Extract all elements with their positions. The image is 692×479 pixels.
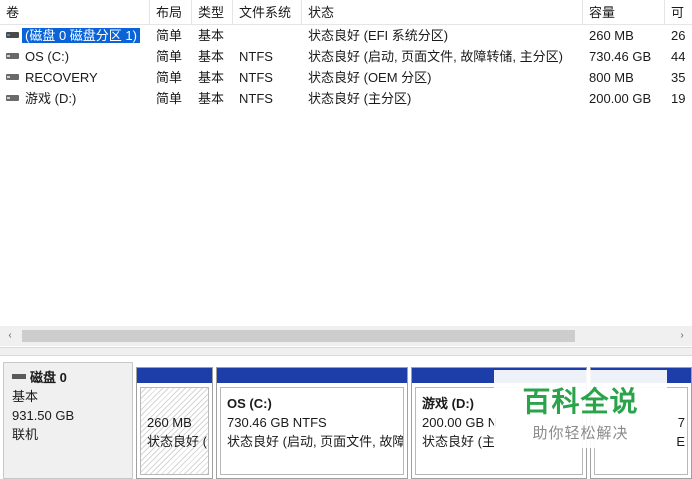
partition-status: 状态良好 (启动, 页面文件, 故障 — [227, 434, 404, 449]
scroll-thumb[interactable] — [22, 330, 575, 342]
watermark-title: 百科全说 — [522, 385, 639, 418]
disk-icon — [12, 374, 26, 379]
volume-free: 35 — [671, 70, 686, 85]
volume-filesystem — [233, 25, 302, 46]
partition-bar — [137, 368, 212, 383]
volume-capacity: 260 MB — [589, 28, 634, 43]
volume-name: RECOVERY — [25, 70, 98, 85]
volume-status: 状态良好 (启动, 页面文件, 故障转储, 主分区) — [308, 49, 563, 64]
column-header-capacity[interactable]: 容量 — [583, 0, 665, 25]
partition-block[interactable]: 260 MB 状态良好 ( — [136, 367, 213, 479]
volume-status: 状态良好 (EFI 系统分区) — [308, 28, 449, 43]
pane-splitter[interactable] — [0, 347, 692, 356]
volume-name: OS (C:) — [25, 49, 70, 64]
column-header-row: 卷 布局 类型 文件系统 状态 容量 可 — [0, 0, 692, 25]
volume-name[interactable]: (磁盘 0 磁盘分区 1) — [22, 28, 140, 43]
scroll-left-icon[interactable]: ‹ — [0, 326, 20, 346]
volume-icon — [6, 95, 19, 101]
volume-filesystem: NTFS — [239, 70, 273, 85]
scroll-right-icon[interactable]: › — [672, 326, 692, 346]
volume-type: 基本 — [198, 28, 225, 43]
volume-type: 基本 — [198, 49, 225, 64]
disk-size: 931.50 GB — [12, 408, 75, 423]
column-header-type[interactable]: 类型 — [192, 0, 233, 25]
watermark-logo: 百科全说 助你轻松解决 — [494, 370, 667, 448]
volume-icon — [6, 74, 19, 80]
volume-row[interactable]: RECOVERY 简单 基本 NTFS 状态良好 (OEM 分区) 800 MB… — [0, 67, 692, 88]
volume-capacity: 800 MB — [589, 70, 634, 85]
column-header-filesystem[interactable]: 文件系统 — [233, 0, 302, 25]
partition-size: 260 MB — [147, 415, 192, 430]
column-header-status[interactable]: 状态 — [302, 0, 583, 25]
efi-volume-icon — [6, 32, 19, 38]
partition-size: 730.46 GB NTFS — [227, 415, 327, 430]
volume-list: 卷 布局 类型 文件系统 状态 容量 可 (磁盘 0 磁盘分区 1) 简单 基本… — [0, 0, 692, 347]
volume-name: 游戏 (D:) — [25, 91, 77, 106]
volume-type: 基本 — [198, 70, 225, 85]
volume-free: 26 — [671, 28, 686, 43]
volume-layout: 简单 — [156, 91, 183, 106]
volume-free: 19 — [671, 91, 686, 106]
horizontal-scrollbar[interactable]: ‹ › — [0, 326, 692, 346]
watermark-subtitle: 助你轻松解决 — [532, 424, 629, 442]
volume-capacity: 200.00 GB — [589, 91, 652, 106]
volume-layout: 简单 — [156, 70, 183, 85]
volume-filesystem: NTFS — [239, 49, 273, 64]
volume-layout: 简单 — [156, 28, 183, 43]
volume-layout: 简单 — [156, 49, 183, 64]
disk-info[interactable]: 磁盘 0 基本 931.50 GB 联机 — [3, 362, 133, 479]
volume-free: 44 — [671, 49, 686, 64]
volume-status: 状态良好 (OEM 分区) — [308, 70, 432, 85]
column-header-free[interactable]: 可 — [665, 0, 692, 25]
volume-icon — [6, 53, 19, 59]
partition-bar — [217, 368, 407, 383]
volume-capacity: 730.46 GB — [589, 49, 652, 64]
disk-state: 联机 — [12, 427, 39, 442]
volume-filesystem: NTFS — [239, 91, 273, 106]
partition-name — [147, 394, 208, 413]
volume-status: 状态良好 (主分区) — [308, 91, 412, 106]
partition-name: OS (C:) — [227, 396, 272, 411]
disk-type: 基本 — [12, 389, 39, 404]
volume-type: 基本 — [198, 91, 225, 106]
partition-block[interactable]: OS (C:) 730.46 GB NTFS 状态良好 (启动, 页面文件, 故… — [216, 367, 408, 479]
partition-status: 状态良好 ( — [147, 434, 207, 449]
disk-title: 磁盘 0 — [30, 370, 67, 385]
volume-row[interactable]: (磁盘 0 磁盘分区 1) 简单 基本 状态良好 (EFI 系统分区) 260 … — [0, 25, 692, 46]
column-header-layout[interactable]: 布局 — [150, 0, 192, 25]
volume-row[interactable]: OS (C:) 简单 基本 NTFS 状态良好 (启动, 页面文件, 故障转储,… — [0, 46, 692, 67]
volume-row[interactable]: 游戏 (D:) 简单 基本 NTFS 状态良好 (主分区) 200.00 GB … — [0, 88, 692, 109]
column-header-volume[interactable]: 卷 — [0, 0, 150, 25]
